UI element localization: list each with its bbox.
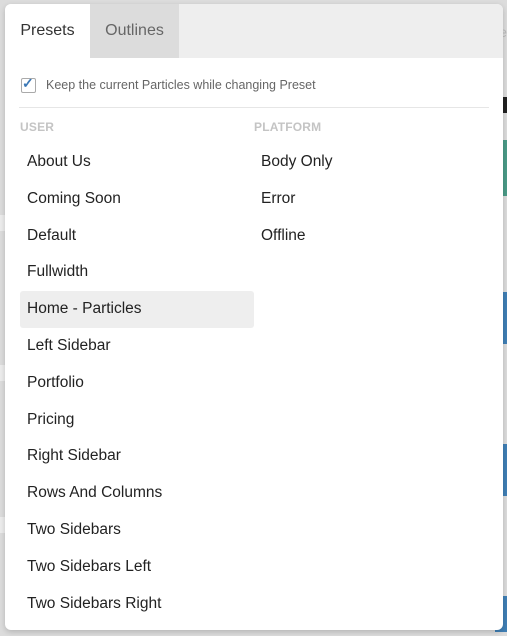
- user-heading: USER: [20, 120, 55, 134]
- preset-item[interactable]: Right Sidebar: [20, 438, 254, 475]
- tab-presets[interactable]: Presets: [5, 4, 90, 58]
- tab-bar: Presets Outlines: [5, 4, 503, 58]
- preset-item[interactable]: Left Sidebar: [20, 328, 254, 365]
- keep-particles-label: Keep the current Particles while changin…: [46, 78, 316, 92]
- preset-item[interactable]: Two Sidebars: [20, 512, 254, 549]
- platform-heading: PLATFORM: [254, 120, 322, 134]
- keep-particles-checkbox[interactable]: ✓: [21, 74, 36, 93]
- preset-item[interactable]: Fullwidth: [20, 254, 254, 291]
- preset-item[interactable]: Rows And Columns: [20, 475, 254, 512]
- platform-preset-item[interactable]: Body Only: [254, 144, 488, 181]
- preset-item[interactable]: Default: [20, 218, 254, 255]
- presets-popover: Presets Outlines ✓ Keep the current Part…: [5, 4, 503, 630]
- preset-item[interactable]: Coming Soon: [20, 181, 254, 218]
- preset-item[interactable]: Pricing: [20, 402, 254, 439]
- platform-preset-item[interactable]: Error: [254, 181, 488, 218]
- divider: [19, 107, 489, 108]
- preset-item[interactable]: Two Sidebars Left: [20, 549, 254, 586]
- tab-outlines[interactable]: Outlines: [90, 4, 179, 58]
- preset-item[interactable]: Two Sidebars Right: [20, 586, 254, 623]
- preset-item[interactable]: Portfolio: [20, 365, 254, 402]
- preset-item[interactable]: About Us: [20, 144, 254, 181]
- platform-preset-item[interactable]: Offline: [254, 218, 488, 255]
- preset-item-selected[interactable]: Home - Particles: [20, 291, 254, 328]
- checkmark-icon: ✓: [22, 74, 34, 91]
- platform-preset-list: Body Only Error Offline: [254, 144, 488, 254]
- keep-particles-row[interactable]: ✓ Keep the current Particles while chang…: [21, 74, 316, 94]
- user-preset-list: About Us Coming Soon Default Fullwidth H…: [20, 144, 254, 622]
